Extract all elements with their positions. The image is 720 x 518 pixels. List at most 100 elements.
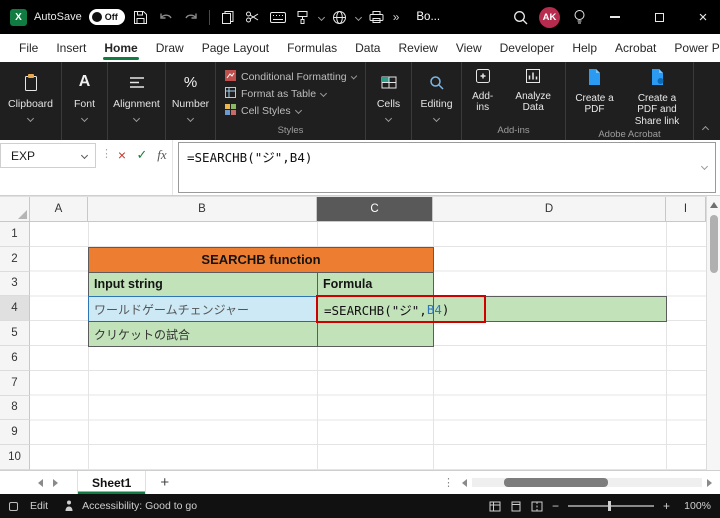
name-box[interactable]: EXP	[0, 143, 96, 168]
lightbulb-icon[interactable]	[570, 8, 588, 26]
formula-bar-drag-dots[interactable]: ⋮	[101, 147, 112, 160]
clipboard-group[interactable]: Clipboard	[0, 62, 62, 140]
column-header-b[interactable]: B	[88, 197, 317, 222]
cut-icon[interactable]	[244, 8, 262, 26]
excel-app-icon[interactable]: X	[10, 8, 27, 26]
addins-button[interactable]: Add-ins	[468, 68, 497, 114]
tab-home[interactable]: Home	[95, 34, 146, 62]
undo-icon[interactable]	[157, 8, 175, 26]
row-header-4[interactable]: 4	[0, 296, 30, 322]
select-all-corner[interactable]	[0, 197, 30, 222]
tab-file[interactable]: File	[10, 34, 47, 62]
tab-draw[interactable]: Draw	[147, 34, 193, 62]
cell-b3[interactable]: Input string	[88, 271, 318, 298]
toolbar-overflow-icon[interactable]: »	[393, 10, 400, 24]
format-painter-icon[interactable]	[294, 8, 312, 26]
row-header-5[interactable]: 5	[0, 321, 30, 346]
zoom-level[interactable]: 100%	[679, 500, 711, 512]
collapse-ribbon-chevron[interactable]	[701, 125, 710, 134]
zoom-slider[interactable]	[567, 501, 654, 511]
accessibility-status[interactable]: Accessibility: Good to go	[82, 500, 197, 512]
number-group[interactable]: % Number	[166, 62, 216, 140]
printer-icon[interactable]	[368, 8, 386, 26]
add-sheet-button[interactable]: +	[160, 475, 169, 490]
row-header-10[interactable]: 10	[0, 445, 30, 470]
tab-help[interactable]: Help	[563, 34, 606, 62]
tab-developer[interactable]: Developer	[491, 34, 564, 62]
cell-b2-title[interactable]: SEARCHB function	[88, 246, 434, 273]
tab-page-layout[interactable]: Page Layout	[193, 34, 278, 62]
page-break-view-button[interactable]	[531, 501, 543, 512]
row-header-9[interactable]: 9	[0, 420, 30, 446]
horizontal-scrollbar[interactable]	[472, 478, 702, 487]
column-header-c[interactable]: C	[317, 197, 433, 222]
tab-review[interactable]: Review	[389, 34, 446, 62]
sheet-nav-right-arrow[interactable]	[53, 478, 58, 487]
cell-b5[interactable]: クリケットの試合	[88, 321, 318, 347]
cell-c5[interactable]	[317, 321, 434, 347]
cell-b4[interactable]: ワールドゲームチェンジャー	[88, 296, 318, 323]
macro-record-button[interactable]	[9, 501, 18, 511]
alignment-group[interactable]: Alignment	[108, 62, 166, 140]
cell-styles-button[interactable]: Cell Styles	[225, 102, 356, 119]
zoom-in-button[interactable]: +	[663, 499, 670, 513]
horizontal-scrollbar-thumb[interactable]	[504, 478, 608, 487]
scroll-up-arrow[interactable]	[709, 202, 718, 208]
row-header-2[interactable]: 2	[0, 246, 30, 272]
cells-group[interactable]: Cells	[366, 62, 412, 140]
keyboard-icon[interactable]	[269, 8, 287, 26]
tab-data[interactable]: Data	[346, 34, 389, 62]
cell-c4-formula[interactable]: =SEARCHB("ジ", B4)	[317, 296, 667, 323]
row-header-8[interactable]: 8	[0, 395, 30, 421]
cancel-entry-button[interactable]: ×	[112, 145, 132, 165]
sheet-area[interactable]: SEARCHB function Input string Formula ワー…	[30, 222, 706, 470]
confirm-entry-button[interactable]: ✓	[132, 145, 152, 165]
editing-group[interactable]: Editing	[412, 62, 462, 140]
zoom-out-button[interactable]: −	[552, 499, 559, 513]
zoom-slider-thumb[interactable]	[607, 501, 611, 511]
tabbar-overflow-dots[interactable]: ⋮	[443, 476, 454, 489]
row-header-7[interactable]: 7	[0, 370, 30, 396]
tab-insert[interactable]: Insert	[47, 34, 95, 62]
format-as-table-button[interactable]: Format as Table	[225, 85, 356, 102]
cell-c3[interactable]: Formula	[317, 271, 434, 298]
close-button[interactable]: ×	[686, 0, 720, 34]
normal-view-button[interactable]	[489, 501, 501, 512]
globe-icon[interactable]	[331, 8, 349, 26]
save-icon[interactable]	[132, 8, 150, 26]
hscroll-left-arrow[interactable]	[462, 478, 467, 487]
hscroll-right-arrow[interactable]	[707, 478, 712, 487]
formula-bar-expand-chevron[interactable]	[700, 162, 709, 171]
column-header-i[interactable]: I	[666, 197, 706, 222]
redo-icon[interactable]	[182, 8, 200, 26]
column-header-a[interactable]: A	[30, 197, 88, 222]
tab-view[interactable]: View	[447, 34, 491, 62]
minimize-button[interactable]	[598, 0, 632, 34]
chevron-down-icon[interactable]	[354, 13, 362, 21]
create-pdf-button[interactable]: Create a PDF	[572, 68, 617, 127]
formula-input[interactable]: =SEARCHB("ジ",B4)	[178, 142, 716, 193]
copy-icon[interactable]	[219, 8, 237, 26]
tab-power-pivot[interactable]: Power Pivot	[665, 34, 720, 62]
search-icon[interactable]	[511, 8, 529, 26]
row-header-3[interactable]: 3	[0, 271, 30, 297]
vertical-scrollbar-thumb[interactable]	[709, 215, 718, 273]
conditional-formatting-button[interactable]: Conditional Formatting	[225, 68, 358, 85]
autosave-toggle[interactable]: Off	[88, 9, 125, 25]
document-title[interactable]: Bo...	[416, 11, 440, 23]
account-avatar[interactable]: AK	[539, 6, 560, 28]
sheet-tab-sheet1[interactable]: Sheet1	[77, 471, 147, 494]
row-header-1[interactable]: 1	[0, 222, 30, 247]
maximize-button[interactable]	[642, 0, 676, 34]
column-header-d[interactable]: D	[433, 197, 666, 222]
create-pdf-share-button[interactable]: Create a PDF and Share link	[627, 68, 687, 127]
row-header-6[interactable]: 6	[0, 345, 30, 371]
insert-function-button[interactable]: fx	[152, 145, 172, 165]
tab-acrobat[interactable]: Acrobat	[606, 34, 665, 62]
page-layout-view-button[interactable]	[510, 501, 522, 512]
font-group[interactable]: A Font	[62, 62, 108, 140]
vertical-scrollbar[interactable]	[706, 196, 720, 470]
chevron-down-icon[interactable]	[317, 13, 325, 21]
tab-formulas[interactable]: Formulas	[278, 34, 346, 62]
sheet-nav-left-arrow[interactable]	[38, 478, 43, 487]
